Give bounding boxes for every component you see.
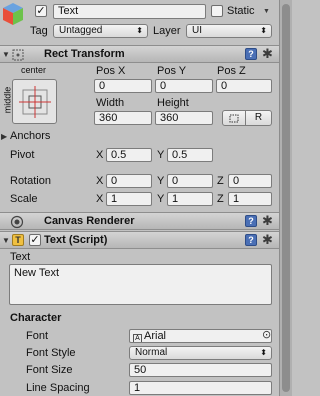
rect-transform-gear-icon[interactable]: ✱ xyxy=(262,47,273,60)
tag-dropdown[interactable]: Untagged ⬍ xyxy=(53,24,148,38)
text-script-header[interactable]: ▼ T ✓ Text (Script) ? ✱ xyxy=(0,231,279,249)
inspector-scrollbar[interactable] xyxy=(279,0,292,396)
layer-label: Layer xyxy=(153,25,181,37)
anchors-fold-icon[interactable]: ▶ xyxy=(1,132,7,142)
character-section-label: Character xyxy=(10,312,62,324)
font-field[interactable]: A Arial xyxy=(129,329,272,343)
scale-z-field[interactable]: 1 xyxy=(228,192,272,206)
scale-y-label: Y xyxy=(157,193,165,205)
scale-x-label: X xyxy=(96,193,104,205)
scale-z-label: Z xyxy=(217,193,224,205)
layer-value: UI xyxy=(192,25,202,36)
text-script-gear-icon[interactable]: ✱ xyxy=(262,233,273,246)
static-checkbox[interactable] xyxy=(211,5,223,17)
static-label: Static xyxy=(227,5,255,17)
gameobject-name-field[interactable]: Text xyxy=(53,4,206,19)
anchor-horizontal-label: center xyxy=(21,65,47,75)
blueprint-icon xyxy=(229,114,239,123)
font-size-label: Font Size xyxy=(26,364,73,376)
pivot-x-field[interactable]: 0.5 xyxy=(106,148,152,162)
static-dropdown-arrow[interactable]: ▼ xyxy=(263,8,270,15)
pos-y-label: Pos Y xyxy=(157,65,187,77)
anchor-vertical-label: middle xyxy=(2,86,13,114)
text-area[interactable]: New Text xyxy=(9,264,272,305)
pivot-x-label: X xyxy=(96,149,104,161)
text-script-help-icon[interactable]: ? xyxy=(245,234,257,246)
tag-dropdown-arrow-icon: ⬍ xyxy=(136,26,143,35)
pivot-label: Pivot xyxy=(10,149,35,161)
rotation-y-label: Y xyxy=(157,175,165,187)
layer-dropdown-arrow-icon: ⬍ xyxy=(260,26,267,35)
font-size-field[interactable]: 50 xyxy=(129,363,272,377)
rect-transform-title: Rect Transform xyxy=(44,48,125,60)
gameobject-header: ✓ Text Static ▼ Tag Untagged ⬍ Layer UI … xyxy=(0,0,279,44)
scale-y-field[interactable]: 1 xyxy=(167,192,213,206)
rotation-y-field[interactable]: 0 xyxy=(167,174,213,188)
rotation-z-label: Z xyxy=(217,175,224,187)
font-value: Arial xyxy=(144,330,167,342)
anchors-label[interactable]: Anchors xyxy=(10,130,50,142)
text-script-enabled-checkbox[interactable]: ✓ xyxy=(29,234,41,246)
line-spacing-field[interactable]: 1 xyxy=(129,381,272,395)
rotation-label: Rotation xyxy=(10,175,51,187)
canvas-renderer-header[interactable]: Canvas Renderer ? ✱ xyxy=(0,212,279,230)
font-style-dropdown[interactable]: Normal ⬍ xyxy=(129,346,272,360)
font-style-value: Normal xyxy=(135,347,168,358)
scale-label: Scale xyxy=(10,193,38,205)
height-field[interactable]: 360 xyxy=(155,111,213,125)
pos-z-field[interactable]: 0 xyxy=(216,79,272,93)
gameobject-active-checkbox[interactable]: ✓ xyxy=(35,5,47,17)
canvas-renderer-icon xyxy=(10,215,24,229)
line-spacing-label: Line Spacing xyxy=(26,382,90,394)
pos-y-field[interactable]: 0 xyxy=(155,79,213,93)
pos-x-field[interactable]: 0 xyxy=(94,79,152,93)
scale-x-field[interactable]: 1 xyxy=(106,192,152,206)
anchor-preset-icon xyxy=(19,86,51,118)
layer-dropdown[interactable]: UI ⬍ xyxy=(186,24,272,38)
width-field[interactable]: 360 xyxy=(94,111,152,125)
rect-transform-icon xyxy=(12,49,24,61)
anchor-presets-button[interactable] xyxy=(12,79,57,124)
canvas-renderer-title: Canvas Renderer xyxy=(44,215,135,227)
font-style-dropdown-arrow-icon: ⬍ xyxy=(260,348,267,357)
scrollbar-thumb[interactable] xyxy=(282,4,290,392)
tag-label: Tag xyxy=(30,25,48,37)
text-label: Text xyxy=(10,251,31,263)
text-script-fold-icon[interactable]: ▼ xyxy=(2,236,10,246)
font-asset-icon: A xyxy=(133,334,142,342)
pivot-y-label: Y xyxy=(157,149,165,161)
height-label: Height xyxy=(157,97,189,109)
width-label: Width xyxy=(96,97,125,109)
text-script-title: Text (Script) xyxy=(44,234,108,246)
rotation-x-label: X xyxy=(96,175,104,187)
rotation-x-field[interactable]: 0 xyxy=(106,174,152,188)
canvas-renderer-gear-icon[interactable]: ✱ xyxy=(262,214,273,227)
font-label: Font xyxy=(26,330,49,342)
rect-transform-header[interactable]: ▼ Rect Transform ? ✱ xyxy=(0,45,279,63)
text-component-icon: T xyxy=(12,234,24,246)
rect-transform-help-icon[interactable]: ? xyxy=(245,48,257,60)
pivot-y-field[interactable]: 0.5 xyxy=(167,148,213,162)
object-picker-icon[interactable]: ⊙ xyxy=(262,329,271,342)
tag-value: Untagged xyxy=(59,25,103,36)
pos-z-label: Pos Z xyxy=(217,65,246,77)
raw-edit-button[interactable]: R xyxy=(246,110,272,126)
pos-x-label: Pos X xyxy=(96,65,126,77)
rotation-z-field[interactable]: 0 xyxy=(228,174,272,188)
gameobject-cube-icon xyxy=(3,3,23,25)
blueprint-mode-button[interactable] xyxy=(222,110,246,126)
canvas-renderer-help-icon[interactable]: ? xyxy=(245,215,257,227)
rect-transform-fold-icon[interactable]: ▼ xyxy=(2,50,10,60)
font-style-label: Font Style xyxy=(26,347,76,359)
